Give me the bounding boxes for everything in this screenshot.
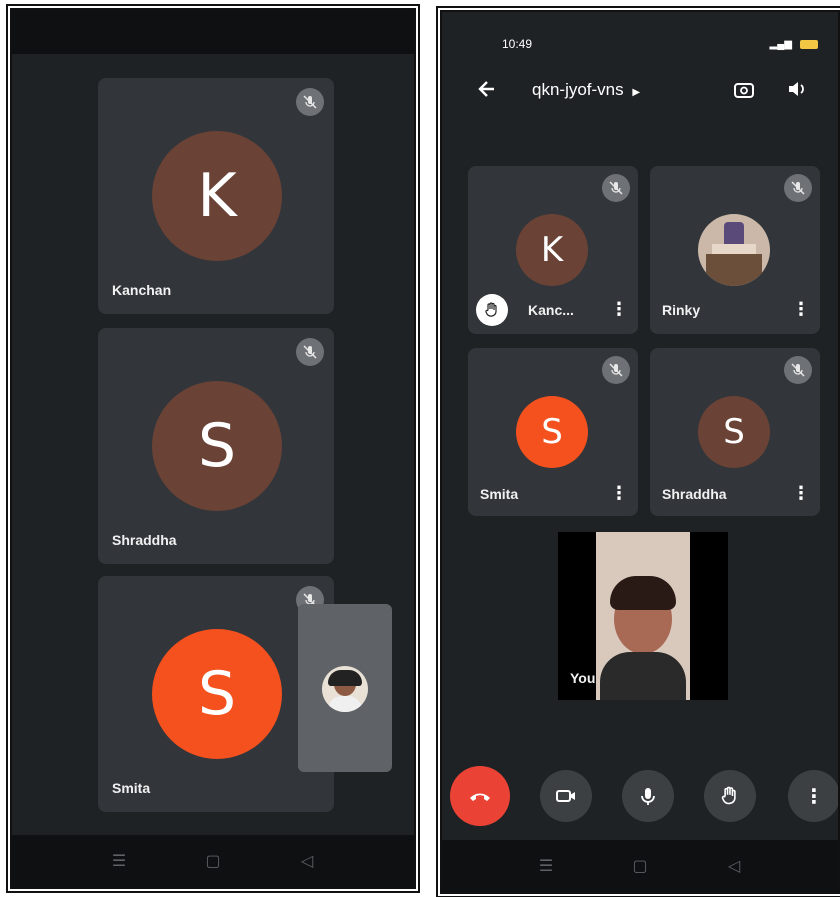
participant-name: Kanchan xyxy=(112,282,172,298)
participant-tile[interactable]: S Smita ⋮ xyxy=(468,348,638,516)
mic-button[interactable] xyxy=(622,770,674,822)
participant-name: Kanc... xyxy=(528,302,574,318)
participant-tile[interactable]: K Kanchan xyxy=(98,78,334,314)
switch-camera-icon xyxy=(734,83,754,98)
self-label: You xyxy=(570,670,596,686)
back-button[interactable] xyxy=(476,78,498,105)
back-nav-icon[interactable]: ◁ xyxy=(295,851,319,871)
participant-name: Rinky xyxy=(662,302,701,318)
back-nav-icon[interactable]: ◁ xyxy=(722,856,746,876)
avatar: K xyxy=(152,131,282,261)
participant-name: Smita xyxy=(112,780,151,796)
more-options-button[interactable]: ⋮ xyxy=(788,770,838,822)
speaker-button[interactable] xyxy=(786,78,808,105)
self-video xyxy=(596,532,690,700)
more-vert-icon[interactable]: ⋮ xyxy=(610,484,628,502)
mic-off-icon xyxy=(784,174,812,202)
system-nav-bar: ☰ ▢ ◁ xyxy=(12,835,414,887)
home-icon[interactable]: ▢ xyxy=(201,851,225,871)
dropdown-arrow-icon: ▶ xyxy=(632,87,641,98)
self-preview-tile[interactable] xyxy=(298,604,392,772)
avatar: K xyxy=(516,214,588,286)
raise-hand-icon xyxy=(721,786,736,805)
system-nav-bar: ☰ ▢ ◁ xyxy=(442,840,838,892)
battery-icon xyxy=(800,39,818,49)
end-call-icon xyxy=(470,793,490,801)
more-vert-icon[interactable]: ⋮ xyxy=(610,300,628,318)
arrow-left-icon xyxy=(478,81,494,97)
avatar-photo xyxy=(698,214,770,286)
speaker-icon xyxy=(789,82,804,96)
home-icon[interactable]: ▢ xyxy=(628,856,652,876)
meeting-code-button[interactable]: qkn-jyof-vns ▶ xyxy=(532,80,640,100)
mic-off-icon xyxy=(296,338,324,366)
status-bar xyxy=(12,10,414,54)
raise-hand-icon xyxy=(476,294,508,326)
participant-tile[interactable]: S Shraddha ⋮ xyxy=(650,348,820,516)
participant-tile[interactable]: K Kanc... ⋮ xyxy=(468,166,638,334)
mic-off-icon xyxy=(296,88,324,116)
recents-icon[interactable]: ☰ xyxy=(534,856,558,876)
participant-tile[interactable]: S Shraddha xyxy=(98,328,334,564)
participant-name: Shraddha xyxy=(112,532,177,548)
self-avatar xyxy=(322,666,368,712)
meeting-code: qkn-jyof-vns xyxy=(532,80,624,99)
status-time: 10:49 xyxy=(502,37,533,51)
camera-icon xyxy=(556,790,575,802)
status-bar: 10:49 ▂▄▆ xyxy=(502,34,818,54)
self-video-tile[interactable]: You xyxy=(558,532,728,700)
end-call-button[interactable] xyxy=(450,766,510,826)
mic-icon xyxy=(641,788,655,805)
participant-name: Smita xyxy=(480,486,519,502)
more-vert-icon: ⋮ xyxy=(804,785,824,808)
right-phone-screen: 10:49 ▂▄▆ qkn-jyof-vns ▶ K Kanc... ⋮ Rin… xyxy=(440,10,840,894)
more-vert-icon[interactable]: ⋮ xyxy=(792,300,810,318)
participant-name: Shraddha xyxy=(662,486,727,502)
raise-hand-button[interactable] xyxy=(704,770,756,822)
participant-tile[interactable]: Rinky ⋮ xyxy=(650,166,820,334)
mic-off-icon xyxy=(784,356,812,384)
mic-off-icon xyxy=(602,174,630,202)
left-phone-screen: K Kanchan S Shraddha S Smita ☰ ▢ ◁ xyxy=(10,8,416,889)
switch-camera-button[interactable] xyxy=(732,78,756,107)
avatar: S xyxy=(516,396,588,468)
camera-button[interactable] xyxy=(540,770,592,822)
avatar: S xyxy=(152,381,282,511)
avatar: S xyxy=(152,629,282,759)
avatar: S xyxy=(698,396,770,468)
mic-off-icon xyxy=(602,356,630,384)
recents-icon[interactable]: ☰ xyxy=(107,851,131,871)
signal-icon: ▂▄▆ xyxy=(769,38,792,50)
more-vert-icon[interactable]: ⋮ xyxy=(792,484,810,502)
